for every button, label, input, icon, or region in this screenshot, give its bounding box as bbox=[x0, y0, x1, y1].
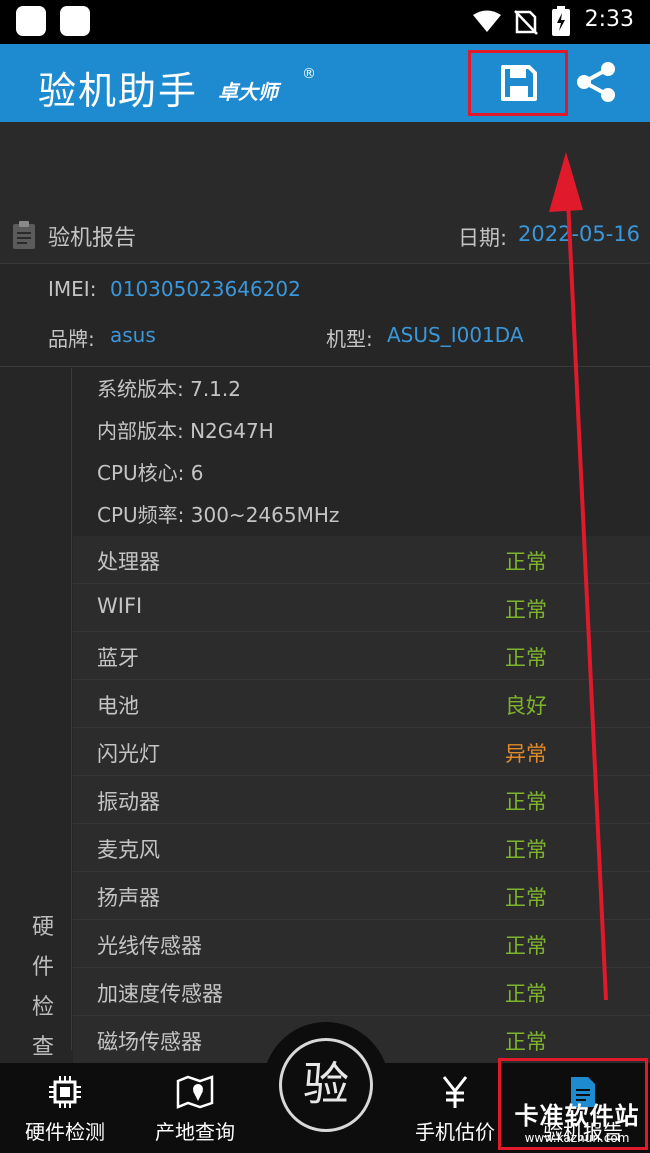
check-status: 正常 bbox=[505, 550, 547, 574]
no-sim-icon bbox=[514, 10, 538, 35]
report-title: 验机报告 bbox=[48, 226, 137, 251]
inspect-label: 验 bbox=[279, 1038, 373, 1132]
list-item[interactable]: 加速度传感器 正常 bbox=[73, 968, 650, 1016]
check-status: 正常 bbox=[505, 646, 547, 670]
watermark: 卡准软件站 www.kazhun.com bbox=[504, 1096, 650, 1145]
check-status: 正常 bbox=[505, 790, 547, 814]
check-status: 异常 bbox=[505, 742, 547, 766]
check-status: 正常 bbox=[505, 838, 547, 862]
cpu-frequency: CPU频率: 300~2465MHz bbox=[97, 503, 340, 527]
list-item[interactable]: 蓝牙 正常 bbox=[73, 632, 650, 680]
list-item[interactable]: 麦克风 正常 bbox=[73, 824, 650, 872]
map-pin-icon bbox=[176, 1075, 214, 1109]
check-name: 蓝牙 bbox=[97, 646, 139, 670]
inspect-button[interactable]: 验 bbox=[263, 1022, 389, 1148]
build-number: 内部版本: N2G47H bbox=[97, 419, 274, 443]
check-name: 处理器 bbox=[97, 550, 160, 574]
clock: 2:33 bbox=[584, 7, 634, 32]
brand-label: 品牌: bbox=[48, 327, 95, 351]
app-title: 验机助手 bbox=[38, 69, 199, 113]
section-side-label: 硬件检查 bbox=[0, 368, 72, 1060]
yuan-icon bbox=[442, 1076, 468, 1108]
nav-price-estimate[interactable]: 手机估价 bbox=[400, 1063, 510, 1153]
imei-label: IMEI: bbox=[48, 277, 97, 301]
watermark-text: 卡准软件站 bbox=[514, 1102, 640, 1130]
check-name: 闪光灯 bbox=[97, 742, 160, 766]
app-bar: 验机助手 卓大师 ® bbox=[0, 44, 650, 122]
check-status: 正常 bbox=[505, 1030, 547, 1054]
list-item[interactable]: 电池 良好 bbox=[73, 680, 650, 728]
date-label: 日期: bbox=[458, 226, 508, 250]
report-header: 验机报告 日期: 2022-05-16 bbox=[0, 200, 650, 264]
header-spacer bbox=[0, 122, 650, 200]
check-name: WIFI bbox=[97, 594, 143, 618]
check-name: 麦克风 bbox=[97, 838, 160, 862]
registered-mark: ® bbox=[302, 66, 316, 82]
system-info: 系统版本: 7.1.2 内部版本: N2G47H CPU核心: 6 CPU频率:… bbox=[73, 368, 650, 536]
check-status: 正常 bbox=[505, 934, 547, 958]
chip-icon bbox=[49, 1076, 81, 1108]
check-name: 振动器 bbox=[97, 790, 160, 814]
date-value: 2022-05-16 bbox=[518, 222, 641, 246]
system-version: 系统版本: 7.1.2 bbox=[97, 377, 241, 401]
check-status: 正常 bbox=[505, 982, 547, 1006]
check-name: 扬声器 bbox=[97, 886, 160, 910]
list-item[interactable]: 扬声器 正常 bbox=[73, 872, 650, 920]
check-name: 光线传感器 bbox=[97, 934, 202, 958]
check-status: 正常 bbox=[505, 886, 547, 910]
floppy-disk-icon bbox=[501, 65, 537, 101]
nav-origin-query[interactable]: 产地查询 bbox=[140, 1063, 250, 1153]
imei-value: 010305023646202 bbox=[110, 277, 301, 301]
brand-value: asus bbox=[110, 323, 156, 347]
device-info: IMEI: 010305023646202 品牌: asus 机型: ASUS_… bbox=[0, 265, 650, 367]
check-name: 磁场传感器 bbox=[97, 1030, 202, 1054]
wifi-icon bbox=[473, 10, 501, 32]
nav-label: 硬件检测 bbox=[25, 1120, 105, 1144]
battery-icon bbox=[552, 6, 570, 36]
check-name: 电池 bbox=[97, 694, 139, 718]
check-list: 处理器 正常 WIFI 正常 蓝牙 正常 电池 良好 闪光灯 异常 振动器 正常 麦克风 正常… bbox=[73, 536, 650, 1064]
list-item[interactable]: 闪光灯 异常 bbox=[73, 728, 650, 776]
status-bar: 2:33 bbox=[0, 0, 650, 44]
app-subtitle: 卓大师 bbox=[218, 80, 278, 104]
watermark-url: www.kazhun.com bbox=[524, 1131, 630, 1145]
model-label: 机型: bbox=[326, 327, 373, 351]
save-button[interactable] bbox=[468, 50, 568, 116]
model-value: ASUS_I001DA bbox=[387, 323, 524, 347]
notification-icon bbox=[16, 6, 46, 36]
nav-label: 产地查询 bbox=[155, 1120, 235, 1144]
share-button[interactable] bbox=[572, 58, 622, 108]
share-icon bbox=[577, 62, 615, 102]
hardware-check-label: 硬件检查 bbox=[31, 915, 54, 1060]
list-item[interactable]: 处理器 正常 bbox=[73, 536, 650, 584]
check-status: 正常 bbox=[505, 598, 547, 622]
nav-hardware-check[interactable]: 硬件检测 bbox=[10, 1063, 120, 1153]
nav-label: 手机估价 bbox=[415, 1120, 495, 1144]
check-name: 加速度传感器 bbox=[97, 982, 223, 1006]
check-status: 良好 bbox=[505, 694, 547, 718]
list-item[interactable]: 振动器 正常 bbox=[73, 776, 650, 824]
list-item[interactable]: 光线传感器 正常 bbox=[73, 920, 650, 968]
cpu-cores: CPU核心: 6 bbox=[97, 461, 204, 485]
notification-icon bbox=[60, 6, 90, 36]
clipboard-icon bbox=[13, 221, 35, 249]
list-item[interactable]: WIFI 正常 bbox=[73, 584, 650, 632]
